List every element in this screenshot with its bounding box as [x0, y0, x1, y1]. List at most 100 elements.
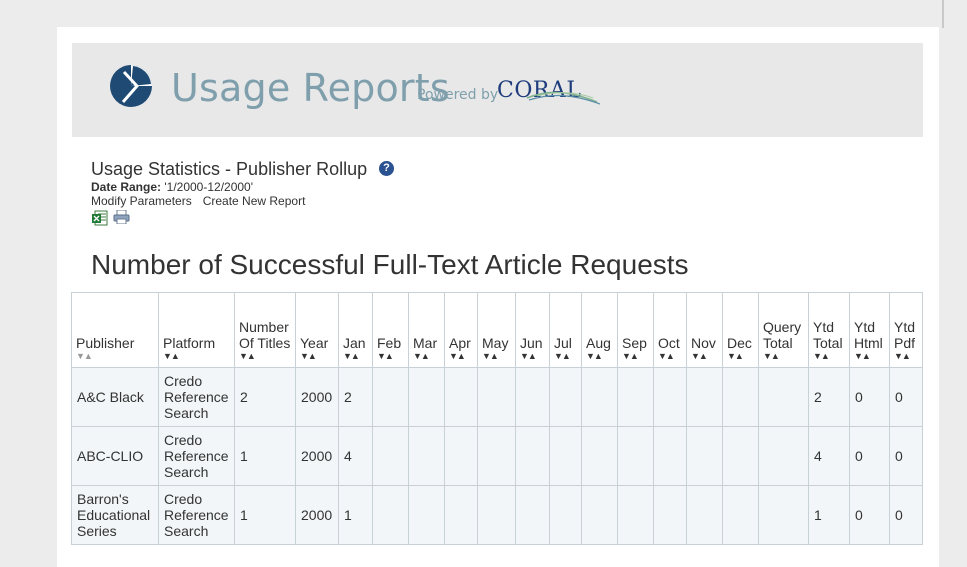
- sort-arrows-icon[interactable]: ▼▲: [482, 351, 511, 362]
- sort-arrows-icon[interactable]: ▼▲: [163, 351, 230, 362]
- table-cell: [372, 485, 409, 545]
- table-cell: [722, 426, 759, 486]
- column-header-apr: Apr ▼▲: [444, 292, 478, 368]
- modify-parameters-link[interactable]: Modify Parameters: [91, 194, 192, 208]
- table-cell: [722, 367, 759, 427]
- table-row: ABC-CLIO Credo Reference Search 1 2000 4 4 0 0: [71, 426, 923, 486]
- sort-arrows-icon[interactable]: ▼▲: [520, 351, 545, 362]
- table-cell: [444, 426, 478, 486]
- column-header-label: May: [482, 335, 509, 351]
- column-header-ytd-pdf: Ytd Pdf ▼▲: [889, 292, 923, 368]
- date-range: Date Range: '1/2000-12/2000': [91, 180, 253, 194]
- sort-arrows-icon[interactable]: ▼▲: [343, 351, 368, 362]
- column-header-label: Platform: [163, 335, 216, 351]
- table-cell: 2: [338, 367, 373, 427]
- date-range-value: '1/2000-12/2000': [161, 180, 254, 194]
- table-cell: [477, 367, 516, 427]
- table-cell: [653, 367, 687, 427]
- coral-logo: CORAL: [497, 76, 607, 108]
- column-header-year: Year ▼▲: [295, 292, 339, 368]
- excel-export-icon[interactable]: [92, 210, 108, 226]
- table-cell: [408, 485, 445, 545]
- column-header-label: Publisher: [76, 335, 135, 351]
- table-cell: [408, 367, 445, 427]
- column-header-jul: Jul ▼▲: [549, 292, 582, 368]
- sort-arrows-icon[interactable]: ▼▲: [449, 351, 473, 362]
- table-cell: 4: [338, 426, 373, 486]
- table-cell: Credo Reference Search: [158, 367, 235, 427]
- table-cell: [549, 485, 582, 545]
- sort-arrows-icon[interactable]: ▼▲: [763, 351, 804, 362]
- sort-arrows-icon[interactable]: ▼▲: [239, 351, 291, 362]
- sort-arrows-icon[interactable]: ▼▲: [300, 351, 334, 362]
- scrollbar-track[interactable]: [942, 0, 944, 28]
- table-cell: 1: [808, 485, 850, 545]
- table-cell: 2000: [295, 367, 339, 427]
- date-range-label: Date Range:: [91, 180, 162, 194]
- column-header-label: Aug: [586, 335, 611, 351]
- table-cell: Credo Reference Search: [158, 426, 235, 486]
- table-header-row: Publisher ▼▲ Platform ▼▲ Number Of Titles ▼▲ Y…: [71, 292, 923, 368]
- sort-arrows-icon[interactable]: ▼▲: [377, 351, 404, 362]
- table-cell: 1: [338, 485, 373, 545]
- column-header-platform: Platform ▼▲: [158, 292, 235, 368]
- column-header-nov: Nov ▼▲: [686, 292, 723, 368]
- column-header-mar: Mar ▼▲: [408, 292, 445, 368]
- sort-arrows-icon[interactable]: ▼▲: [691, 351, 718, 362]
- table-cell: [372, 367, 409, 427]
- app-title: Usage Reports: [171, 66, 450, 110]
- table-cell: [617, 485, 654, 545]
- sort-arrows-icon[interactable]: ▼▲: [813, 351, 845, 362]
- table-cell: [653, 426, 687, 486]
- table-cell: ABC-CLIO: [71, 426, 159, 486]
- table-cell: [581, 485, 618, 545]
- column-header-label: Oct: [658, 335, 680, 351]
- table-cell: [653, 485, 687, 545]
- sort-arrows-icon[interactable]: ▼▲: [658, 351, 682, 362]
- help-icon[interactable]: ?: [379, 161, 394, 176]
- table-cell: [758, 485, 809, 545]
- column-header-label: Mar: [413, 335, 438, 351]
- sort-arrows-icon[interactable]: ▼▲: [413, 351, 440, 362]
- table-cell: 4: [808, 426, 850, 486]
- sort-arrows-icon[interactable]: ▼▲: [586, 351, 613, 362]
- page-container: Usage Reports Powered by CORAL Usage Sta…: [57, 27, 939, 567]
- table-cell: [372, 426, 409, 486]
- column-header-ytd-total: Ytd Total ▼▲: [808, 292, 850, 368]
- table-cell: A&C Black: [71, 367, 159, 427]
- table-cell: 2000: [295, 426, 339, 486]
- sort-arrows-icon[interactable]: ▼▲: [894, 351, 918, 362]
- column-header-oct: Oct ▼▲: [653, 292, 687, 368]
- sort-arrows-icon[interactable]: ▼▲: [622, 351, 649, 362]
- table-cell: [758, 426, 809, 486]
- print-icon[interactable]: [113, 210, 130, 224]
- column-header-label: Jul: [554, 335, 572, 351]
- column-header-may: May ▼▲: [477, 292, 516, 368]
- column-header-label: Ytd Pdf: [894, 319, 916, 351]
- table-cell: 0: [889, 367, 923, 427]
- create-new-report-link[interactable]: Create New Report: [203, 194, 306, 208]
- table-cell: [581, 367, 618, 427]
- sort-arrows-icon[interactable]: ▼▲: [76, 351, 154, 362]
- sort-arrows-icon[interactable]: ▼▲: [554, 351, 577, 362]
- table-row: A&C Black Credo Reference Search 2 2000 2 2 0 0: [71, 367, 923, 427]
- usage-reports-logo-icon: [110, 65, 152, 107]
- table-cell: 2: [808, 367, 850, 427]
- sort-arrows-icon[interactable]: ▼▲: [727, 351, 754, 362]
- column-header-label: Jan: [343, 335, 366, 351]
- column-header-ytd-html: Ytd Html ▼▲: [849, 292, 890, 368]
- table-cell: Credo Reference Search: [158, 485, 235, 545]
- table-cell: [549, 367, 582, 427]
- report-actions: Modify Parameters Create New Report: [91, 194, 305, 208]
- column-header-jan: Jan ▼▲: [338, 292, 373, 368]
- section-title: Number of Successful Full-Text Article R…: [91, 249, 689, 280]
- table-cell: [477, 426, 516, 486]
- table-cell: 1: [234, 485, 296, 545]
- column-header-query-total: Query Total ▼▲: [758, 292, 809, 368]
- table-cell: 1: [234, 426, 296, 486]
- table-cell: [581, 426, 618, 486]
- table-cell: 0: [849, 367, 890, 427]
- app-header: Usage Reports Powered by CORAL: [72, 43, 923, 137]
- sort-arrows-icon[interactable]: ▼▲: [854, 351, 885, 362]
- column-header-label: Apr: [449, 335, 471, 351]
